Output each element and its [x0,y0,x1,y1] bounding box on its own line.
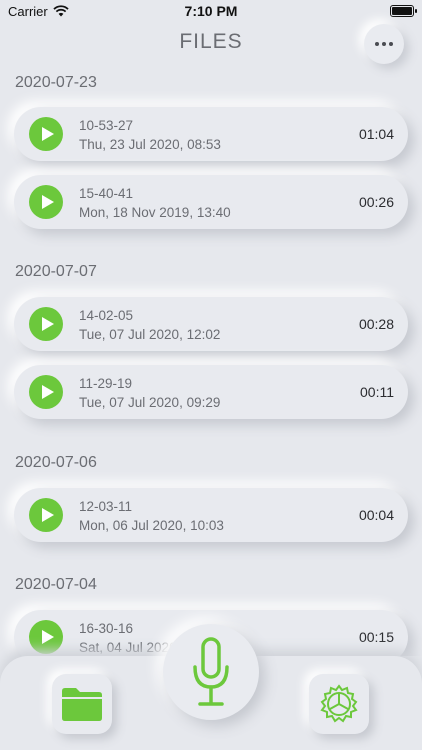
recording-name: 12-03-11 [79,499,133,514]
recording-name: 10-53-27 [79,118,134,133]
recording-name: 11-29-19 [79,376,133,391]
play-button[interactable] [29,185,63,219]
settings-tab-button[interactable] [309,674,369,734]
recording-name: 16-30-16 [79,621,134,636]
microphone-icon [193,637,229,706]
play-button[interactable] [29,307,63,341]
files-tab-button[interactable] [52,674,112,734]
play-button[interactable] [29,620,63,654]
recording-name: 14-02-05 [79,308,134,323]
list-item[interactable]: 14-02-05 Tue, 07 Jul 2020, 12:02 00:28 [14,297,408,351]
recording-date: Mon, 18 Nov 2019, 13:40 [79,205,231,220]
recording-date: Tue, 07 Jul 2020, 09:29 [79,395,221,410]
ellipsis-icon [375,42,379,46]
play-button[interactable] [29,117,63,151]
section-header: 2020-07-23 [15,74,97,91]
recording-duration: 00:04 [358,507,394,523]
recording-date: Tue, 07 Jul 2020, 12:02 [79,327,221,342]
more-button[interactable] [364,24,404,64]
list-item[interactable]: 11-29-19 Tue, 07 Jul 2020, 09:29 00:11 [14,365,408,419]
play-icon [41,317,54,331]
list-item[interactable]: 12-03-11 Mon, 06 Jul 2020, 10:03 00:04 [14,488,408,542]
list-item[interactable]: 10-53-27 Thu, 23 Jul 2020, 08:53 01:04 [14,107,408,161]
folder-icon [62,688,102,721]
recording-duration: 00:26 [358,194,394,210]
play-icon [41,508,54,522]
battery-icon [390,5,417,17]
play-button[interactable] [29,375,63,409]
record-button[interactable] [163,624,259,720]
carrier-label: Carrier [8,3,48,19]
navigation-bar: FILES [0,22,422,66]
recording-duration: 00:15 [358,629,394,645]
recording-date: Sat, 04 Jul 2020 [79,640,177,655]
list-item[interactable]: 15-40-41 Mon, 18 Nov 2019, 13:40 00:26 [14,175,408,229]
recording-name: 15-40-41 [79,186,134,201]
recording-date: Thu, 23 Jul 2020, 08:53 [79,137,221,152]
status-bar: Carrier 7:10 PM [0,0,422,22]
section-header: 2020-07-04 [15,576,97,593]
play-icon [41,195,54,209]
play-icon [41,630,54,644]
wifi-icon [53,5,69,17]
play-button[interactable] [29,498,63,532]
recording-duration: 00:11 [360,384,394,400]
page-title: FILES [179,30,243,53]
file-list[interactable]: 2020-07-23 10-53-27 Thu, 23 Jul 2020, 08… [0,66,422,656]
play-icon [41,127,54,141]
section-header: 2020-07-06 [15,454,97,471]
play-icon [41,385,54,399]
section-header: 2020-07-07 [15,263,97,280]
recording-duration: 00:28 [358,316,394,332]
recording-duration: 01:04 [358,126,394,142]
gear-icon [320,684,358,723]
recording-date: Mon, 06 Jul 2020, 10:03 [79,518,224,533]
status-left: Carrier [8,4,69,19]
